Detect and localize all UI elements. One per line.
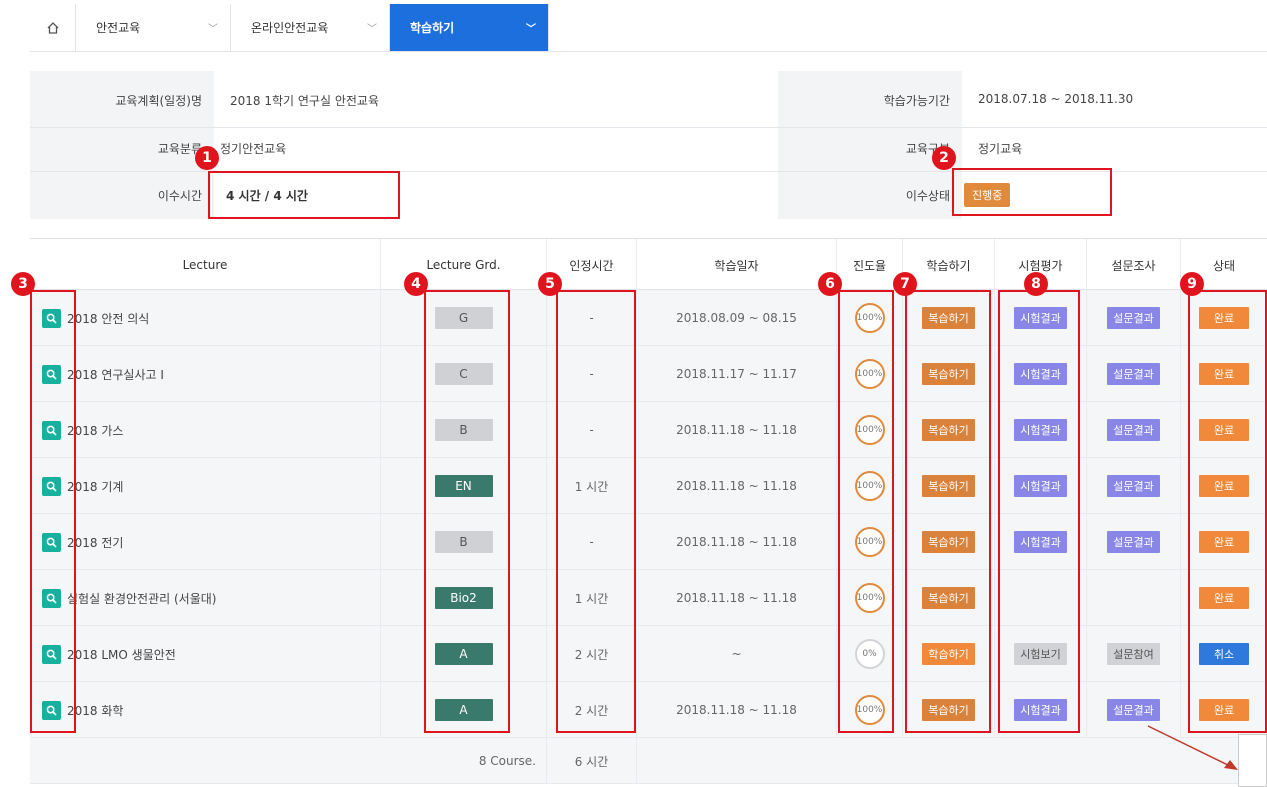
nav-label: 안전교육 [96,21,141,35]
chevron-down-icon: ﹀ [208,24,218,35]
lecture-cell: 2018 LMO 생물안전 [30,626,380,682]
footer-total-hours: 6 시간 [546,738,636,784]
table-row: 2018 연구실사고 I C - 2018.11.17 ~ 11.17 100%… [30,346,1267,402]
annotation-marker-8: 8 [1024,272,1048,296]
type-label: 교육구분 [905,142,950,156]
arrow-icon [1147,725,1238,770]
lecture-cell: 2018 화학 [30,682,380,738]
chevron-down-icon: ﹀ [367,24,377,35]
survey-cell: 설문결과 [1086,402,1180,458]
annotation-box-9 [1188,290,1267,733]
survey-button[interactable]: 설문결과 [1107,307,1160,329]
date-cell: 2018.08.09 ~ 08.15 [636,290,836,346]
lecture-cell: 2018 안전 의식 [30,290,380,346]
annotation-box-3 [30,290,76,733]
annotation-box-2 [952,168,1112,216]
table-row: 실험실 환경안전관리 (서울대) Bio2 1 시간 2018.11.18 ~ … [30,570,1267,626]
col-date: 학습일자 [636,239,836,291]
survey-cell: 설문결과 [1086,346,1180,402]
table-row: 2018 화학 A 2 시간 2018.11.18 ~ 11.18 100% 복… [30,682,1267,738]
date-cell: 2018.11.18 ~ 11.18 [636,514,836,570]
survey-cell: 설문결과 [1086,514,1180,570]
lecture-cell: 2018 기계 [30,458,380,514]
annotation-marker-2: 2 [932,146,956,170]
nav-label: 온라인안전교육 [251,21,329,35]
chevron-down-icon: ﹀ [526,24,536,35]
survey-cell: 설문참여 [1086,626,1180,682]
annotation-box-4 [424,290,510,733]
table-row: 2018 전기 B - 2018.11.18 ~ 11.18 100% 복습하기… [30,514,1267,570]
survey-cell [1086,570,1180,626]
annotation-marker-5: 5 [538,272,562,296]
category-value: 정기안전교육 [220,142,287,156]
nav-study-active[interactable]: 학습하기 ﹀ [390,4,549,51]
annotation-marker-4: 4 [404,272,428,296]
hours-label: 이수시간 [157,189,202,203]
survey-button[interactable]: 설문참여 [1107,643,1160,665]
home-icon [47,21,58,34]
breadcrumb-nav: 안전교육 ﹀ 온라인안전교육 ﹀ 학습하기 ﹀ [30,4,1267,52]
nav-online-safety-education[interactable]: 온라인안전교육 ﹀ [231,4,390,51]
annotation-marker-6: 6 [818,272,842,296]
category-label: 교육분류 [157,142,202,156]
annotation-marker-1: 1 [195,146,219,170]
survey-button[interactable]: 설문결과 [1107,419,1160,441]
popup-fragment [1238,734,1267,787]
annotation-box-6 [838,290,894,733]
lecture-cell: 실험실 환경안전관리 (서울대) [30,570,380,626]
table-footer: 8 Course. 6 시간 [30,738,1267,784]
lecture-title[interactable]: 2018 LMO 생물안전 [67,646,176,663]
survey-button[interactable]: 설문결과 [1107,531,1160,553]
col-lecture: Lecture [182,258,228,272]
survey-cell: 설문결과 [1086,458,1180,514]
lecture-cell: 2018 연구실사고 I [30,346,380,402]
nav-safety-education[interactable]: 안전교육 ﹀ [76,4,231,51]
table-row: 2018 LMO 생물안전 A 2 시간 ~ 0% 학습하기 시험보기 설문참여… [30,626,1267,682]
survey-button[interactable]: 설문결과 [1107,475,1160,497]
annotation-box-7 [905,290,991,733]
col-survey: 설문조사 [1086,239,1180,291]
annotation-marker-3: 3 [11,272,35,296]
date-cell: 2018.11.18 ~ 11.18 [636,570,836,626]
type-value: 정기교육 [978,142,1023,156]
lecture-cell: 2018 전기 [30,514,380,570]
annotation-box-8 [998,290,1080,733]
date-cell: 2018.11.18 ~ 11.18 [636,682,836,738]
annotation-box-5 [556,290,636,733]
footer-course-count: 8 Course. [478,754,536,768]
date-cell: ~ [636,626,836,682]
survey-cell: 설문결과 [1086,290,1180,346]
annotation-marker-7: 7 [893,272,917,296]
table-row: 2018 안전 의식 G - 2018.08.09 ~ 08.15 100% 복… [30,290,1267,346]
plan-label: 교육계획(일정)명 [115,94,202,108]
table-row: 2018 가스 B - 2018.11.18 ~ 11.18 100% 복습하기… [30,402,1267,458]
date-cell: 2018.11.18 ~ 11.18 [636,402,836,458]
lecture-title[interactable]: 2018 연구실사고 I [67,366,164,383]
table-row: 2018 기계 EN 1 시간 2018.11.18 ~ 11.18 100% … [30,458,1267,514]
lecture-cell: 2018 가스 [30,402,380,458]
survey-button[interactable]: 설문결과 [1107,699,1160,721]
table-header: Lecture Lecture Grd. 인정시간 학습일자 진도율 학습하기 … [30,238,1267,291]
nav-label: 학습하기 [410,21,455,35]
annotation-marker-9: 9 [1180,272,1204,296]
period-value: 2018.07.18 ~ 2018.11.30 [978,92,1134,106]
date-cell: 2018.11.18 ~ 11.18 [636,458,836,514]
plan-value: 2018 1학기 연구실 안전교육 [230,94,379,108]
home-button[interactable] [30,4,76,51]
lecture-title[interactable]: 2018 안전 의식 [67,310,149,327]
period-label: 학습가능기간 [883,94,950,108]
status-label: 이수상태 [905,189,950,203]
annotation-box-1 [208,171,400,219]
date-cell: 2018.11.17 ~ 11.17 [636,346,836,402]
survey-button[interactable]: 설문결과 [1107,363,1160,385]
lecture-title[interactable]: 실험실 환경안전관리 (서울대) [67,590,216,607]
